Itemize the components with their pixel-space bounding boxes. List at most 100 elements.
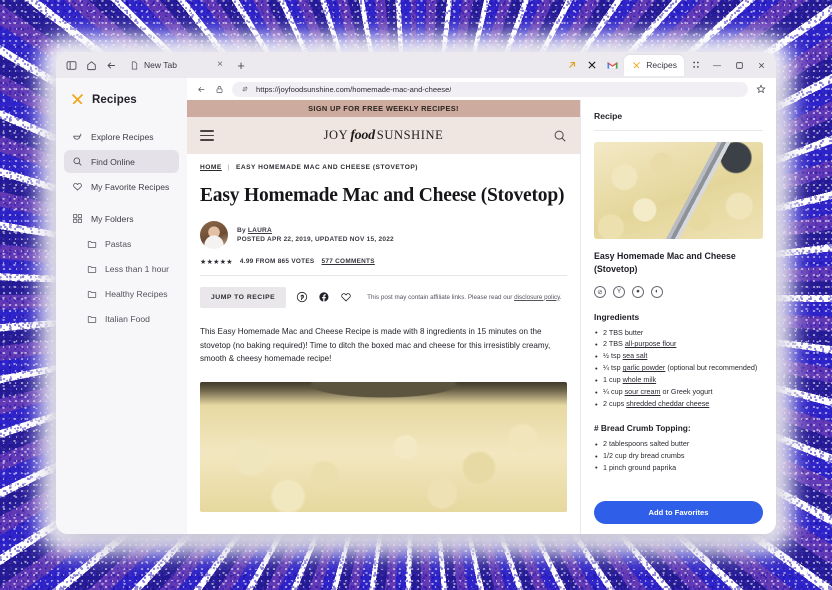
ingredient-amount: ½ tsp	[603, 351, 623, 361]
ingredient-item[interactable]: shredded cheddar cheese	[626, 399, 709, 408]
recipe-side-panel: Recipe Easy Homemade Mac and Cheese (Sto…	[580, 100, 776, 534]
recipes-logo-icon	[631, 60, 641, 70]
new-tab-button[interactable]: +	[232, 56, 250, 74]
tab-strip-right-group: Recipes —	[564, 54, 770, 76]
list-item: 1/2 cup dry bread crumbs	[594, 451, 763, 462]
ingredient-item[interactable]: garlic powder	[623, 363, 666, 372]
recipe-thumbnail	[594, 142, 763, 239]
back-icon[interactable]	[196, 84, 207, 95]
x-icon[interactable]	[584, 57, 600, 73]
site-logo[interactable]: JOY food SUNSHINE	[324, 128, 444, 144]
disclosure-policy-link[interactable]: disclosure policy	[514, 294, 560, 301]
close-icon[interactable]: ×	[205, 60, 223, 70]
page-row: SIGN UP FOR FREE WEEKLY RECIPES! JOY foo…	[187, 100, 776, 534]
breadcrumb-home-link[interactable]: HOME	[200, 164, 222, 171]
site-logo-part2: food	[350, 127, 375, 143]
author-link[interactable]: LAURA	[248, 227, 272, 234]
affiliate-disclaimer: This post may contain affiliate links. P…	[367, 294, 561, 301]
sidebar-toggle-icon[interactable]	[62, 56, 80, 74]
facebook-icon[interactable]	[317, 291, 330, 304]
folder-icon	[86, 288, 97, 299]
sidebar-folder-label: Italian Food	[105, 313, 150, 324]
byline-dates: POSTED APR 22, 2019, UPDATED NOV 15, 202…	[237, 235, 394, 243]
article-lede: This Easy Homemade Mac and Cheese Recipe…	[200, 326, 551, 364]
list-item: 2 TBS all-purpose flour	[594, 339, 763, 350]
recipes-logo-icon	[70, 92, 85, 107]
window-maximize-button[interactable]	[730, 56, 748, 74]
browser-tab-strip: New Tab × + Recipes —	[56, 52, 776, 78]
ingredient-amount: 2 TBS	[603, 339, 625, 349]
page-icon	[129, 60, 139, 70]
list-item: 2 tablespoons salted butter	[594, 439, 763, 450]
sidebar-folder-label: Healthy Recipes	[105, 288, 168, 299]
byline-prefix: By	[237, 226, 246, 234]
sidebar-brand-label: Recipes	[92, 93, 137, 106]
ingredient-item[interactable]: all-purpose flour	[625, 339, 677, 348]
ingredient-item[interactable]: sea salt	[623, 351, 648, 360]
sidebar-item-label: Explore Recipes	[91, 131, 154, 142]
recipe-panel-scroll[interactable]: Easy Homemade Mac and Cheese (Stovetop) …	[581, 131, 776, 493]
vegetarian-icon[interactable]: Y	[613, 285, 625, 298]
jump-to-recipe-button[interactable]: JUMP TO RECIPE	[200, 286, 287, 308]
comments-link[interactable]: 577 COMMENTS	[322, 258, 375, 265]
sidebar-folder-less-than-1-hour[interactable]: Less than 1 hour	[64, 257, 179, 280]
article-wrapper: Easy Homemade Mac and Cheese (Stovetop) …	[187, 185, 580, 513]
back-icon[interactable]	[102, 56, 120, 74]
browser-window: New Tab × + Recipes — Recipes Explore Re…	[56, 52, 776, 534]
ingredient-item[interactable]: whole milk	[623, 375, 657, 384]
window-close-button[interactable]	[752, 56, 770, 74]
search-icon[interactable]	[553, 129, 567, 143]
action-row: JUMP TO RECIPE This post may contain aff…	[200, 286, 567, 308]
no-nuts-icon[interactable]: ◐	[651, 285, 663, 298]
switch-icon[interactable]	[240, 85, 249, 94]
star-icon[interactable]	[755, 83, 767, 95]
article-hero-photo	[200, 382, 567, 513]
browser-tab-recipes[interactable]: Recipes	[624, 54, 684, 76]
promo-banner[interactable]: SIGN UP FOR FREE WEEKLY RECIPES!	[187, 100, 580, 117]
url-input[interactable]: https://joyfoodsunshine.com/homemade-mac…	[232, 81, 748, 97]
page-title: Easy Homemade Mac and Cheese (Stovetop)	[200, 185, 565, 206]
bowl-icon	[72, 131, 83, 142]
window-minimize-button[interactable]: —	[708, 56, 726, 74]
star-rating-icon: ★★★★★	[200, 258, 233, 266]
list-item: ½ tsp sea salt	[594, 351, 763, 362]
sidebar-folder-pastas[interactable]: Pastas	[64, 232, 179, 255]
folder-icon	[86, 238, 97, 249]
sidebar-folder-italian-food[interactable]: Italian Food	[64, 307, 179, 330]
home-icon[interactable]	[82, 56, 100, 74]
byline-text: By LAURA POSTED APR 22, 2019, UPDATED NO…	[237, 227, 394, 243]
browser-tab-new-tab[interactable]: New Tab ×	[122, 55, 230, 76]
affiliate-text: This post may contain affiliate links. P…	[367, 293, 513, 301]
list-item: 2 cups shredded cheddar cheese	[594, 399, 763, 410]
heart-icon	[72, 181, 83, 192]
sidebar-item-find-online[interactable]: Find Online	[64, 150, 179, 173]
ingredient-amount: ¼ tsp	[603, 363, 623, 373]
list-item: 1 pinch ground paprika	[594, 462, 763, 474]
hamburger-menu-icon[interactable]	[200, 130, 214, 141]
search-icon	[72, 156, 83, 167]
ingredient-item: butter	[624, 327, 644, 337]
breadcrumb-separator: |	[227, 164, 230, 171]
lock-icon[interactable]	[214, 84, 225, 95]
folder-icon	[86, 263, 97, 274]
ingredient-item[interactable]: sour cream	[625, 387, 661, 396]
dairy-icon[interactable]: ●	[632, 285, 644, 298]
gmail-icon[interactable]	[604, 57, 620, 73]
avatar	[200, 220, 228, 249]
share-arrow-icon[interactable]	[564, 57, 580, 73]
sidebar-item-explore-recipes[interactable]: Explore Recipes	[64, 125, 179, 148]
topping-list: 2 tablespoons salted butter 1/2 cup dry …	[594, 439, 763, 474]
pinterest-icon[interactable]	[295, 291, 308, 304]
no-gluten-icon[interactable]: ⊘	[594, 285, 606, 298]
list-item: 2 TBS butter	[594, 327, 763, 339]
heart-icon[interactable]	[339, 291, 352, 304]
affiliate-period: .	[559, 293, 562, 301]
sidebar-folder-healthy-recipes[interactable]: Healthy Recipes	[64, 282, 179, 305]
site-logo-part3: SUNSHINE	[376, 127, 444, 142]
sidebar-item-my-favorite-recipes[interactable]: My Favorite Recipes	[64, 175, 179, 198]
list-item: ¼ tsp garlic powder (optional but recomm…	[594, 363, 763, 374]
add-to-favorites-button[interactable]: Add to Favorites	[594, 501, 763, 524]
site-header: JOY food SUNSHINE	[187, 117, 580, 154]
sidebar-item-my-folders[interactable]: My Folders	[64, 207, 179, 230]
apps-grid-icon[interactable]	[688, 57, 704, 73]
